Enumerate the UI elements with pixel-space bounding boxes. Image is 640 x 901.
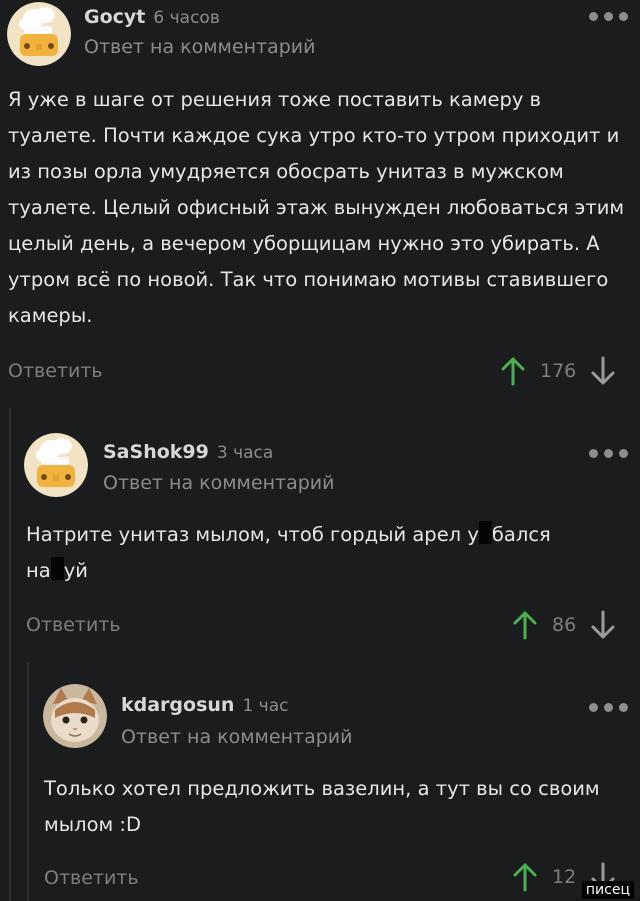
- avatar[interactable]: [43, 684, 107, 748]
- reply-to-link[interactable]: Ответ на комментарий: [103, 472, 334, 494]
- reply-button[interactable]: Ответить: [26, 614, 121, 636]
- vote-score: 86: [552, 614, 577, 636]
- chef-hat-avatar-icon: [24, 433, 88, 497]
- comment-author[interactable]: kdargosun 1 час: [121, 694, 288, 716]
- comment: Gocyt 6 часов Ответ на комментарий Я уже …: [0, 0, 640, 400]
- comment-time: 6 часов: [153, 8, 220, 28]
- chef-hat-avatar-icon: [7, 2, 71, 66]
- text-fragment: на: [26, 559, 51, 582]
- upvote-arrow-icon[interactable]: [500, 356, 526, 386]
- downvote-arrow-icon[interactable]: [590, 610, 616, 640]
- reply-to-link[interactable]: Ответ на комментарий: [121, 726, 352, 748]
- censor-block: [478, 521, 492, 544]
- text-fragment: бался: [491, 523, 551, 546]
- vote-controls: 86: [512, 610, 616, 640]
- vote-score: 176: [540, 360, 577, 382]
- avatar[interactable]: [7, 2, 71, 66]
- upvote-arrow-icon[interactable]: [512, 862, 538, 892]
- comment-text: Натрите унитаз мылом, чтоб гордый арел у…: [26, 517, 626, 589]
- cat-avatar-icon: [43, 684, 107, 748]
- downvote-arrow-icon[interactable]: [590, 356, 616, 386]
- watermark: писец: [581, 881, 634, 899]
- comment-time: 1 час: [242, 696, 289, 716]
- comment-text: Я уже в шаге от решения тоже поставить к…: [8, 88, 625, 327]
- text-fragment: Натрите унитаз мылом, чтоб гордый арел у: [26, 523, 479, 546]
- reply-to-link[interactable]: Ответ на комментарий: [84, 36, 315, 58]
- comment: kdargosun 1 час Ответ на комментарий Толь…: [0, 672, 640, 901]
- comment-time: 3 часа: [216, 443, 274, 463]
- reply-button[interactable]: Ответить: [44, 867, 139, 889]
- upvote-arrow-icon[interactable]: [512, 610, 538, 640]
- more-options-icon[interactable]: [584, 447, 628, 459]
- text-fragment: уй: [63, 559, 88, 582]
- censor-block: [50, 557, 64, 580]
- comment-author[interactable]: SaShok99 3 часа: [103, 441, 273, 463]
- vote-score: 12: [552, 866, 577, 888]
- avatar[interactable]: [24, 433, 88, 497]
- vote-controls: 176: [500, 356, 616, 386]
- comment-author[interactable]: Gocyt 6 часов: [84, 6, 220, 28]
- more-options-icon[interactable]: [584, 701, 628, 713]
- comment-text: Только хотел предложить вазелин, а тут в…: [44, 777, 600, 836]
- comment: SaShok99 3 часа Ответ на комментарий Натр…: [0, 420, 640, 660]
- reply-button[interactable]: Ответить: [8, 360, 103, 382]
- more-options-icon[interactable]: [584, 10, 628, 22]
